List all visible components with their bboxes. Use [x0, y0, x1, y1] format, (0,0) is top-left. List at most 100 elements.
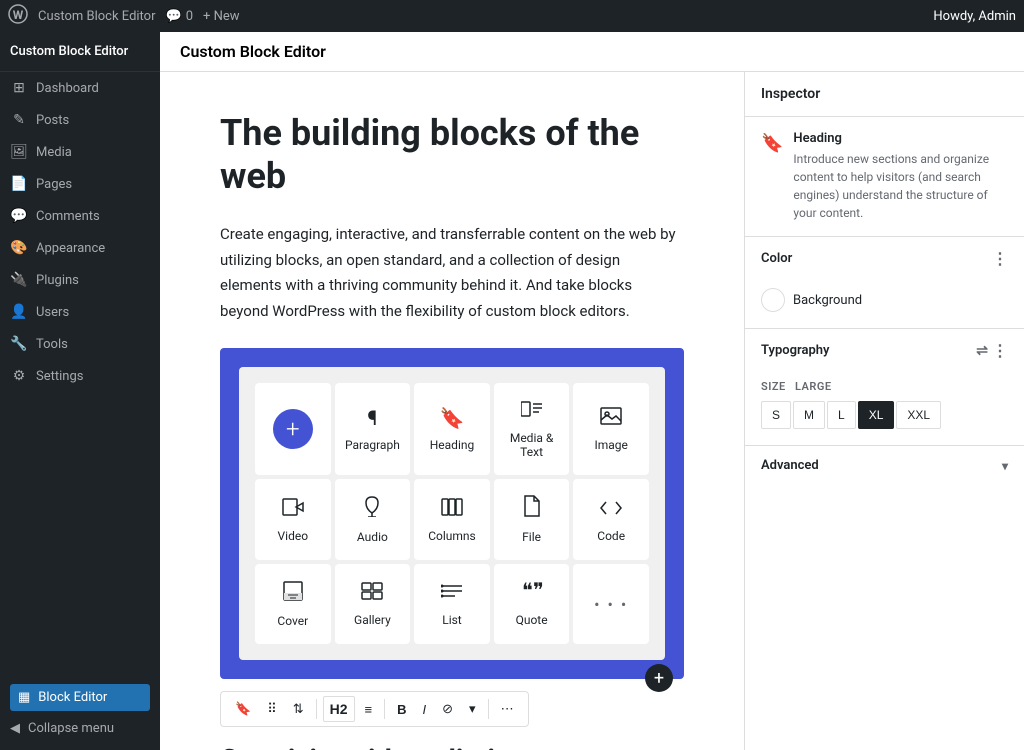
- inspector-typography-section: Typography ⇌ ⋮ SIZE LARGE: [745, 329, 1024, 446]
- background-color-option[interactable]: Background: [761, 288, 1008, 312]
- color-section-label: Color: [761, 251, 792, 266]
- block-editor-icon: ▦: [18, 690, 30, 705]
- sidebar-item-comments[interactable]: 💬 Comments: [0, 200, 160, 232]
- sidebar-item-collapse[interactable]: ◀ Collapse menu: [10, 715, 150, 742]
- sidebar-item-plugins[interactable]: 🔌 Plugins: [0, 264, 160, 296]
- toolbar-bookmark-btn[interactable]: 🔖: [229, 697, 257, 721]
- more-icon: • • •: [594, 595, 628, 614]
- toolbar-h2-btn[interactable]: H2: [323, 696, 355, 722]
- svg-text:❝: ❝: [522, 582, 533, 600]
- toolbar-bold-btn[interactable]: B: [391, 698, 412, 721]
- block-item-columns[interactable]: Columns: [414, 479, 490, 560]
- toolbar-arrows-btn[interactable]: ⇅: [287, 697, 310, 721]
- typography-settings-icon[interactable]: ⇌: [976, 343, 988, 359]
- admin-bar-site-name[interactable]: Custom Block Editor: [38, 9, 156, 24]
- toolbar-separator-1: [316, 699, 317, 719]
- block-selector-plus-button[interactable]: +: [645, 664, 673, 692]
- size-btn-xl[interactable]: XL: [858, 401, 895, 429]
- inspector-color-section: Color ⋮ Background: [745, 237, 1024, 329]
- background-color-label: Background: [793, 293, 862, 308]
- media-text-icon: [521, 399, 543, 423]
- block-item-audio[interactable]: Audio: [335, 479, 411, 560]
- sidebar-item-appearance[interactable]: 🎨 Appearance: [0, 232, 160, 264]
- block-item-heading[interactable]: 🔖 Heading: [414, 383, 490, 475]
- sidebar-item-block-editor[interactable]: ▦ Block Editor: [10, 684, 150, 711]
- block-item-cover[interactable]: Cover: [255, 564, 331, 644]
- color-section-content: Background: [745, 280, 1024, 328]
- block-item-code[interactable]: Code: [573, 479, 649, 560]
- content-area: Custom Block Editor The building blocks …: [160, 32, 1024, 750]
- block-item-quote[interactable]: ❝❞ Quote: [494, 564, 570, 644]
- sidebar-item-posts[interactable]: ✎ Posts: [0, 104, 160, 136]
- toolbar-grid-btn[interactable]: ⠿: [261, 697, 283, 721]
- editor-paragraph[interactable]: Create engaging, interactive, and transf…: [220, 222, 684, 324]
- sidebar-menu: ⊞ Dashboard ✎ Posts 🖼 Media 📄 Pages 💬 Co…: [0, 72, 160, 676]
- svg-text:W: W: [13, 8, 24, 22]
- list-label: List: [442, 613, 462, 627]
- comment-icon: 💬: [166, 9, 182, 24]
- sidebar-item-pages[interactable]: 📄 Pages: [0, 168, 160, 200]
- file-label: File: [522, 530, 541, 544]
- media-icon: 🖼: [10, 144, 28, 160]
- sidebar-item-media[interactable]: 🖼 Media: [0, 136, 160, 168]
- editor-main-heading[interactable]: The building blocks of the web: [220, 112, 684, 198]
- typography-section-header[interactable]: Typography ⇌ ⋮: [745, 329, 1024, 372]
- typography-section-content: SIZE LARGE S M L XL XXL: [745, 372, 1024, 445]
- size-btn-m[interactable]: M: [793, 401, 825, 429]
- add-block-button[interactable]: +: [273, 409, 313, 449]
- sidebar-item-dashboard[interactable]: ⊞ Dashboard: [0, 72, 160, 104]
- code-label: Code: [597, 529, 625, 543]
- appearance-icon: 🎨: [10, 240, 28, 256]
- size-btn-xxl[interactable]: XXL: [896, 401, 941, 429]
- svg-text:❞: ❞: [533, 582, 543, 600]
- block-toolbar: 🔖 ⠿ ⇅ H2 ≡ B I ⊘ ▾ ⋯: [220, 691, 529, 727]
- tools-icon: 🔧: [10, 336, 28, 352]
- sidebar-item-users[interactable]: 👤 Users: [0, 296, 160, 328]
- block-grid: + ¶ Paragraph 🔖 Heading: [255, 383, 649, 644]
- dashboard-icon: ⊞: [10, 80, 28, 96]
- toolbar-align-btn[interactable]: ≡: [359, 698, 379, 721]
- wp-logo-icon: W: [8, 4, 28, 28]
- comments-icon: 💬: [10, 208, 28, 224]
- typography-more-icon[interactable]: ⋮: [992, 341, 1008, 360]
- code-icon: [600, 497, 622, 521]
- sidebar-item-settings[interactable]: ⚙ Settings: [0, 360, 160, 392]
- toolbar-link-btn[interactable]: ⊘: [436, 697, 459, 721]
- plugins-icon: 🔌: [10, 272, 28, 288]
- block-item-media-text[interactable]: Media & Text: [494, 383, 570, 475]
- video-icon: [282, 497, 304, 521]
- inspector-block-desc: Introduce new sections and organize cont…: [793, 150, 1008, 222]
- color-section-header[interactable]: Color ⋮: [745, 237, 1024, 280]
- admin-bar: W Custom Block Editor 💬 0 + New Howdy, A…: [0, 0, 1024, 32]
- admin-bar-comments[interactable]: 💬 0: [166, 9, 194, 24]
- toolbar-dropdown-btn[interactable]: ▾: [463, 697, 482, 721]
- editor-main: The building blocks of the web Create en…: [160, 72, 744, 750]
- cover-label: Cover: [277, 614, 308, 628]
- sidebar-item-tools[interactable]: 🔧 Tools: [0, 328, 160, 360]
- block-item-more[interactable]: • • •: [573, 564, 649, 644]
- audio-label: Audio: [357, 530, 388, 544]
- color-more-icon[interactable]: ⋮: [992, 249, 1008, 268]
- inspector-advanced-section[interactable]: Advanced ▾: [745, 446, 1024, 485]
- typography-size-row: SIZE LARGE: [761, 380, 1008, 393]
- block-item-image[interactable]: Image: [573, 383, 649, 475]
- block-selector-inner: + ¶ Paragraph 🔖 Heading: [239, 367, 665, 660]
- toolbar-italic-btn[interactable]: I: [417, 698, 433, 721]
- block-item-gallery[interactable]: Gallery: [335, 564, 411, 644]
- block-item-add[interactable]: +: [255, 383, 331, 475]
- size-btn-l[interactable]: L: [827, 401, 856, 429]
- columns-label: Columns: [428, 529, 476, 543]
- editor-header-title: Custom Block Editor: [180, 42, 326, 61]
- advanced-section-label: Advanced: [761, 458, 819, 473]
- size-btn-s[interactable]: S: [761, 401, 791, 429]
- editor-subheading[interactable]: Creativity without limits: [220, 743, 684, 750]
- toolbar-separator-3: [488, 699, 489, 719]
- toolbar-separator-2: [384, 699, 385, 719]
- block-item-list[interactable]: List: [414, 564, 490, 644]
- admin-bar-new[interactable]: + New: [203, 9, 240, 24]
- admin-bar-howdy: Howdy, Admin: [933, 9, 1016, 24]
- block-item-file[interactable]: File: [494, 479, 570, 560]
- toolbar-more-btn[interactable]: ⋯: [495, 697, 520, 721]
- block-item-video[interactable]: Video: [255, 479, 331, 560]
- block-item-paragraph[interactable]: ¶ Paragraph: [335, 383, 411, 475]
